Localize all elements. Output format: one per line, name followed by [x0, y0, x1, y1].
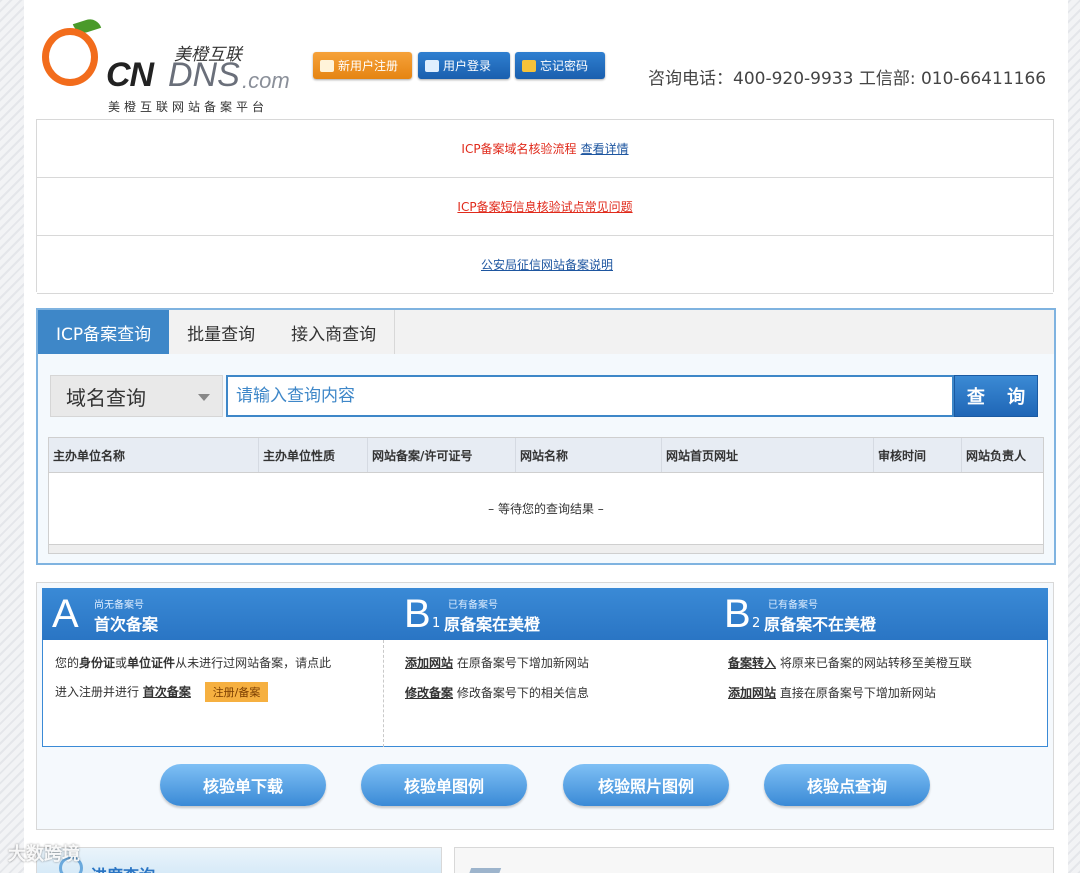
id-card-icon	[425, 59, 439, 72]
filing-a-title: 首次备案	[94, 615, 159, 634]
filing-a-line1: 您的身份证或单位证件从未进行过网站备案，请点此	[55, 654, 331, 671]
query-type-select[interactable]: 域名查询	[50, 375, 223, 417]
column-header: 网站负责人	[966, 448, 1027, 463]
query-input[interactable]	[226, 375, 954, 417]
divider	[383, 640, 384, 747]
text: 将原来已备案的网站转移至美橙互联	[779, 656, 972, 670]
query-type-value: 域名查询	[66, 385, 146, 410]
logo-dns-part: DNS	[168, 56, 240, 94]
notice-details-link[interactable]: 查看详情	[581, 140, 629, 157]
verify-form-download-button[interactable]: 核验单下载	[160, 764, 326, 806]
text: 修改备案号下的相关信息	[456, 686, 589, 700]
login-button[interactable]: 用户登录	[418, 52, 510, 79]
progress-query-panel[interactable]: 进度查询	[36, 847, 442, 873]
table-header: 主办单位名称 主办单位性质 网站备案/许可证号 网站名称 网站首页网址 审核时间…	[49, 438, 1043, 473]
logo-cn-part: CN	[106, 56, 154, 94]
filing-a-line2: 进入注册并进行 首次备案 注册/备案	[55, 682, 269, 702]
filing-b1-title: 原备案在美橙	[444, 615, 541, 634]
waiting-message: – 等待您的查询结果 –	[49, 473, 1043, 545]
column-header: 网站备案/许可证号	[368, 438, 516, 472]
filing-b2-num: 2	[752, 616, 761, 631]
users-icon	[320, 59, 334, 72]
text: 您的	[55, 656, 80, 670]
logo-com-part: .com	[242, 68, 290, 93]
watermark: 大数跨境	[8, 844, 80, 865]
filing-col-b1-head: B 1 已有备案号 原备案在美橙	[404, 588, 724, 640]
filing-b1-line2: 修改备案 修改备案号下的相关信息	[405, 684, 589, 701]
secondary-panel	[454, 847, 1054, 873]
filing-a-sub: 尚无备案号	[94, 600, 144, 611]
transfer-filing-link[interactable]: 备案转入	[728, 656, 776, 670]
filing-b2-title: 原备案不在美橙	[764, 615, 877, 634]
chevron-down-icon	[198, 394, 210, 401]
filing-b1-line1: 添加网站 在原备案号下增加新网站	[405, 654, 589, 671]
forgot-label: 忘记密码	[540, 59, 589, 73]
login-label: 用户登录	[443, 59, 492, 73]
column-header: 网站首页网址	[662, 438, 874, 472]
notice-item: ICP备案短信息核验试点常见问题	[37, 178, 1053, 236]
text: 直接在原备案号下增加新网站	[779, 686, 936, 700]
column-header: 主办单位性质	[259, 438, 368, 472]
text: 在原备案号下增加新网站	[456, 656, 589, 670]
register-label: 新用户注册	[338, 59, 399, 73]
logo[interactable]: 美橙互联 CN DNS .com 美橙互联网站备案平台	[40, 16, 310, 116]
tab-icp-query[interactable]: ICP备案查询	[38, 310, 170, 354]
query-row: 域名查询 查 询	[50, 375, 1038, 417]
column-header: 主办单位名称	[49, 438, 259, 472]
notice-item: 公安局征信网站备案说明	[37, 236, 1053, 294]
filing-b2-sub: 已有备案号	[768, 600, 818, 611]
text: 或	[115, 656, 128, 670]
notice-text: ICP备案域名核验流程	[461, 142, 577, 156]
filing-header: A 尚无备案号 首次备案 B 1 已有备案号 原备案在美橙 B 2 已有备案号 …	[42, 588, 1048, 640]
lock-icon	[522, 59, 536, 72]
first-filing-link[interactable]: 首次备案	[143, 685, 191, 699]
hotline: 咨询电话：400-920-9933 工信部: 010-66411166	[648, 69, 1047, 89]
icp-search-panel: ICP备案查询 批量查询 接入商查询 域名查询 查 询 主办单位名称 主办单位性…	[36, 308, 1056, 565]
verify-form-example-button[interactable]: 核验单图例	[361, 764, 527, 806]
filing-letter-b2: B	[724, 592, 751, 636]
filing-letter-b1: B	[404, 592, 431, 636]
add-site-link-b2[interactable]: 添加网站	[728, 686, 776, 700]
results-table: 主办单位名称 主办单位性质 网站备案/许可证号 网站名称 网站首页网址 审核时间…	[48, 437, 1044, 554]
add-site-link[interactable]: 添加网站	[405, 656, 453, 670]
register-filing-button[interactable]: 注册/备案	[204, 682, 269, 702]
filing-b1-sub: 已有备案号	[448, 600, 498, 611]
text: 从未进行过网站备案，请点此	[175, 656, 332, 670]
tab-provider-query[interactable]: 接入商查询	[273, 310, 396, 354]
progress-query-title: 进度查询	[91, 862, 155, 873]
document-icon	[466, 868, 502, 873]
notice-police-link[interactable]: 公安局征信网站备案说明	[481, 256, 613, 273]
search-tabs: ICP备案查询 批量查询 接入商查询	[38, 310, 1054, 354]
text: 进入注册并进行	[55, 685, 140, 699]
horizontal-scrollbar[interactable]	[49, 545, 1043, 553]
column-header: 网站名称	[516, 438, 662, 472]
verify-photo-example-button[interactable]: 核验照片图例	[563, 764, 729, 806]
filing-letter-a: A	[52, 592, 79, 636]
query-button[interactable]: 查 询	[954, 375, 1038, 417]
filing-col-b2-head: B 2 已有备案号 原备案不在美橙	[724, 588, 1044, 640]
filing-b1-num: 1	[432, 616, 441, 631]
register-button[interactable]: 新用户注册	[313, 52, 412, 79]
text-bold: 单位证件	[127, 656, 176, 670]
notice-item: ICP备案域名核验流程 查看详情	[37, 120, 1053, 178]
page: 美橙互联 CN DNS .com 美橙互联网站备案平台 新用户注册 用户登录 忘…	[24, 0, 1068, 873]
filing-b2-line2: 添加网站 直接在原备案号下增加新网站	[728, 684, 936, 701]
column-header: 审核时间	[874, 438, 962, 472]
forgot-password-button[interactable]: 忘记密码	[515, 52, 605, 79]
text-bold: 身份证	[79, 656, 116, 670]
modify-filing-link[interactable]: 修改备案	[405, 686, 453, 700]
filing-body: 您的身份证或单位证件从未进行过网站备案，请点此 进入注册并进行 首次备案 注册/…	[42, 640, 1048, 747]
filing-panel: A 尚无备案号 首次备案 B 1 已有备案号 原备案在美橙 B 2 已有备案号 …	[36, 582, 1054, 830]
filing-b2-line1: 备案转入 将原来已备案的网站转移至美橙互联	[728, 654, 972, 671]
logo-subtitle: 美橙互联网站备案平台	[108, 100, 269, 114]
orange-icon	[42, 28, 98, 86]
filing-col-a-head: A 尚无备案号 首次备案	[52, 588, 382, 640]
notice-faq-link[interactable]: ICP备案短信息核验试点常见问题	[457, 198, 632, 215]
notice-list: ICP备案域名核验流程 查看详情 ICP备案短信息核验试点常见问题 公安局征信网…	[36, 119, 1054, 294]
tab-batch-query[interactable]: 批量查询	[169, 310, 273, 354]
verify-point-query-button[interactable]: 核验点查询	[764, 764, 930, 806]
